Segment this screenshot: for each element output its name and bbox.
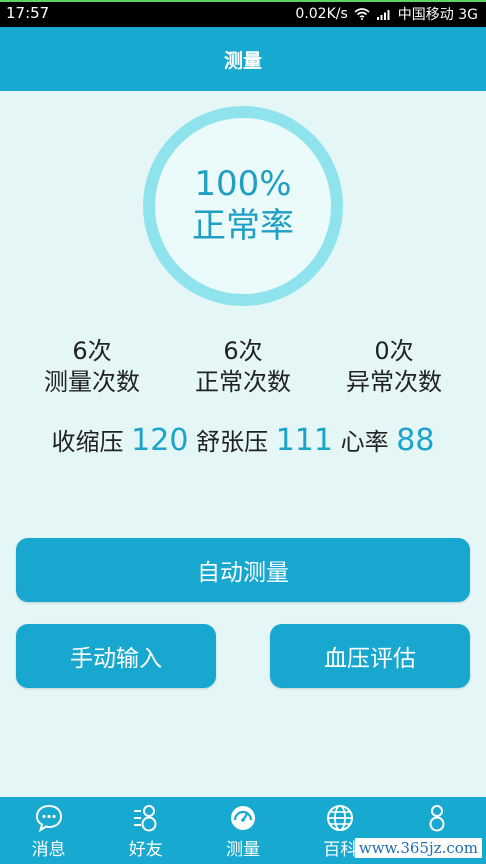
tab-label: 好友 <box>128 840 163 860</box>
status-right: 0.02K/s 中国移动 3G <box>295 4 478 24</box>
gauge-icon <box>231 806 255 830</box>
stat-label: 测量次数 <box>44 368 140 396</box>
stat-abnormal-count: 0次 异常次数 <box>314 336 474 398</box>
bp-assessment-button[interactable]: 血压评估 <box>270 624 470 688</box>
latest-metrics: 收缩压 120 舒张压 111 心率 88 <box>0 422 486 458</box>
tab-messages[interactable]: 消息 <box>0 797 97 864</box>
heart-rate-value: 88 <box>396 423 435 458</box>
heart-rate-label: 心率 <box>340 428 389 456</box>
status-time: 17:57 <box>6 4 50 22</box>
carrier-name: 中国移动 3G <box>397 7 478 23</box>
status-bar-accent-line <box>0 0 486 2</box>
stat-value: 6次 <box>223 337 263 365</box>
site-watermark: www.365jz.com <box>354 838 482 858</box>
signal-icon <box>376 10 390 20</box>
person-icon <box>429 805 445 832</box>
tab-label: 消息 <box>31 840 66 860</box>
tab-label: 测量 <box>226 840 260 860</box>
tab-measure[interactable]: 测量 <box>194 797 291 864</box>
normal-rate-label: 正常率 <box>192 206 294 246</box>
wifi-icon <box>354 8 370 20</box>
network-speed: 0.02K/s <box>295 6 348 22</box>
stat-normal-count: 6次 正常次数 <box>163 336 323 398</box>
stat-measure-count: 6次 测量次数 <box>12 336 172 398</box>
tab-label: 百科 <box>323 840 358 860</box>
bp-assessment-label: 血压评估 <box>324 646 416 672</box>
tab-friends[interactable]: 好友 <box>97 797 194 864</box>
globe-icon <box>327 805 354 831</box>
auto-measure-label: 自动测量 <box>197 560 289 586</box>
friends-icon <box>133 805 157 832</box>
status-bar: 17:57 0.02K/s 中国移动 3G <box>0 0 486 27</box>
normal-rate-percent: 100% <box>194 164 292 204</box>
app-header: 测量 <box>0 27 486 91</box>
normal-rate-ring: 100% 正常率 <box>143 106 343 306</box>
message-icon <box>35 804 62 833</box>
manual-input-button[interactable]: 手动输入 <box>16 624 216 688</box>
systolic-value: 120 <box>131 423 189 458</box>
stat-label: 异常次数 <box>346 368 442 396</box>
stat-value: 6次 <box>72 337 112 365</box>
diastolic-label: 舒张压 <box>196 428 269 456</box>
diastolic-value: 111 <box>275 423 333 458</box>
page-title: 测量 <box>223 49 262 72</box>
auto-measure-button[interactable]: 自动测量 <box>16 538 470 602</box>
stat-label: 正常次数 <box>195 368 291 396</box>
systolic-label: 收缩压 <box>51 428 124 456</box>
stat-value: 0次 <box>374 337 414 365</box>
manual-input-label: 手动输入 <box>70 646 162 672</box>
